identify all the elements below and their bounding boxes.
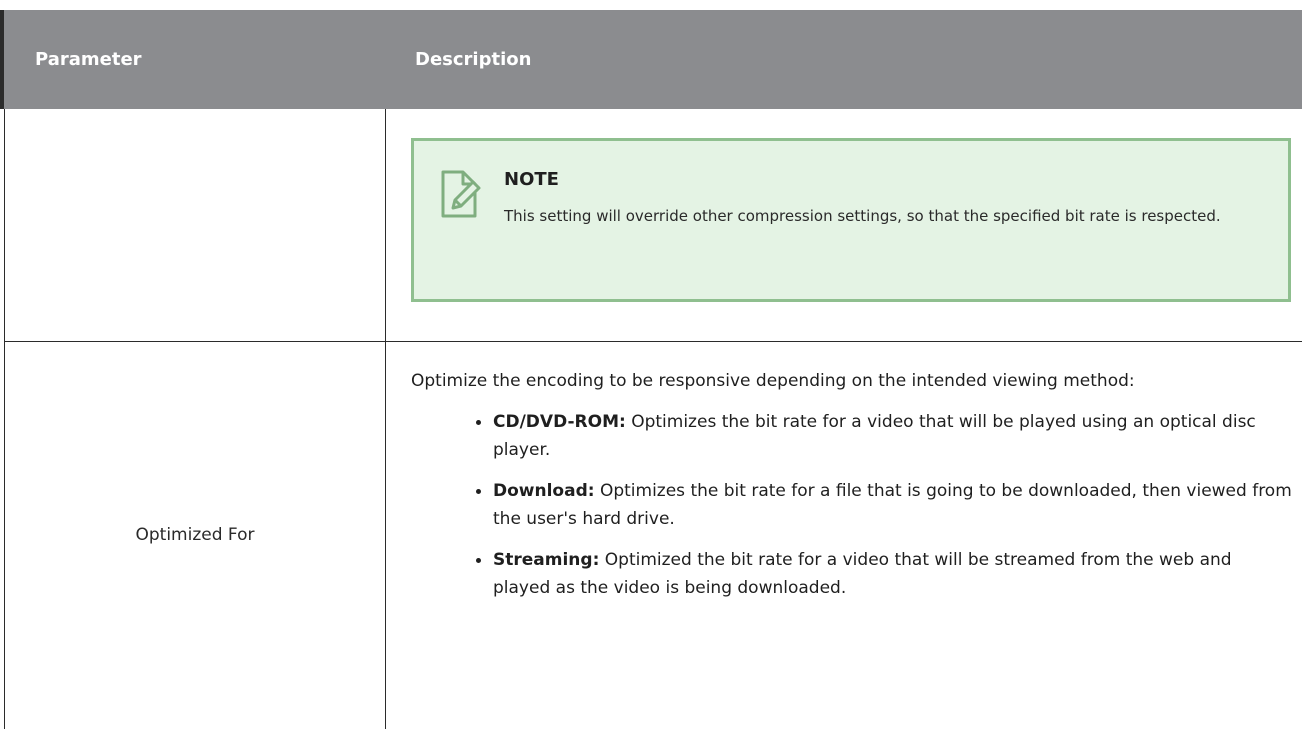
column-divider (385, 109, 386, 729)
header-parameter: Parameter (35, 49, 142, 70)
option-term: Download: (493, 481, 595, 501)
note-box: NOTE This setting will override other co… (411, 138, 1291, 302)
list-item: CD/DVD-ROM: Optimizes the bit rate for a… (411, 408, 1293, 464)
option-term: CD/DVD-ROM: (493, 412, 626, 432)
list-item: Streaming: Optimized the bit rate for a … (411, 546, 1293, 602)
note-edit-icon (439, 166, 483, 222)
table-header: Parameter Description (0, 10, 1302, 109)
parameter-label: Optimized For (135, 525, 255, 545)
table-body: NOTE This setting will override other co… (0, 109, 1302, 729)
option-text: Optimizes the bit rate for a file that i… (493, 481, 1292, 529)
option-term: Streaming: (493, 550, 600, 570)
description-optimized-for: Optimize the encoding to be responsive d… (411, 367, 1293, 615)
description-intro: Optimize the encoding to be responsive d… (411, 371, 1135, 391)
options-list: CD/DVD-ROM: Optimizes the bit rate for a… (411, 408, 1293, 602)
bullet-icon (476, 489, 481, 494)
list-item: Download: Optimizes the bit rate for a f… (411, 477, 1293, 533)
note-title: NOTE (504, 169, 559, 190)
note-text: This setting will override other compres… (504, 207, 1221, 225)
parameter-table: Parameter Description NOTE This setting … (0, 0, 1302, 729)
header-description: Description (415, 49, 532, 70)
bullet-icon (476, 420, 481, 425)
parameter-optimized-for: Optimized For (5, 341, 385, 729)
bullet-icon (476, 558, 481, 563)
option-text: Optimized the bit rate for a video that … (493, 550, 1232, 598)
